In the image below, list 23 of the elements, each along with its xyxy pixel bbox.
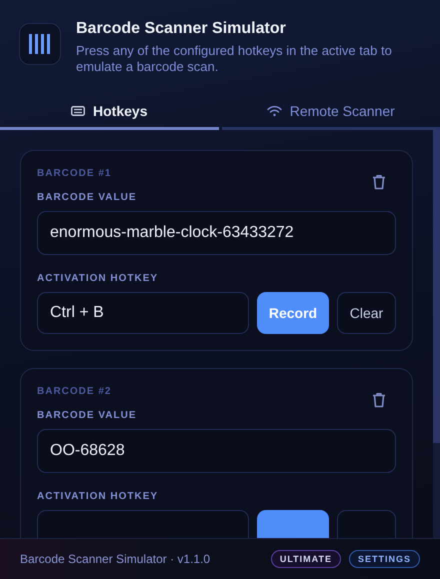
- app-title: Barcode Scanner Simulator: [76, 20, 287, 38]
- barcode-logo-icon: [19, 23, 61, 65]
- trash-icon[interactable]: [372, 174, 386, 190]
- tab[interactable]: Hotkeys: [0, 100, 218, 130]
- trash-icon[interactable]: [372, 392, 386, 408]
- wifi-icon: [266, 104, 282, 116]
- keyboard-icon: [71, 106, 86, 116]
- hotkey-field[interactable]: Ctrl + B: [37, 292, 249, 334]
- field-label: BARCODE VALUE: [37, 410, 138, 421]
- field-label: ACTIVATION HOTKEY: [37, 273, 160, 284]
- version-text: Barcode Scanner Simulator · v1.1.0: [20, 552, 210, 566]
- scrollbar[interactable]: [433, 130, 440, 538]
- field-label: BARCODE VALUE: [37, 192, 138, 203]
- tab[interactable]: Remote Scanner: [222, 100, 440, 130]
- field-label: ACTIVATION HOTKEY: [37, 491, 160, 502]
- app-description: Press any of the configured hotkeys in the active tab to emulate a barcode scan.: [76, 43, 393, 75]
- barcode-value-field[interactable]: enormous-marble-clock-63433272: [37, 211, 396, 255]
- card-heading: BARCODE #1: [37, 168, 112, 179]
- plan-badge: ULTIMATE: [270, 550, 341, 568]
- card-heading: BARCODE #2: [37, 386, 112, 397]
- barcode-value-field[interactable]: OO-68628: [37, 429, 396, 473]
- settings-button[interactable]: SETTINGS: [348, 550, 420, 568]
- clear-button[interactable]: Clear: [337, 292, 396, 334]
